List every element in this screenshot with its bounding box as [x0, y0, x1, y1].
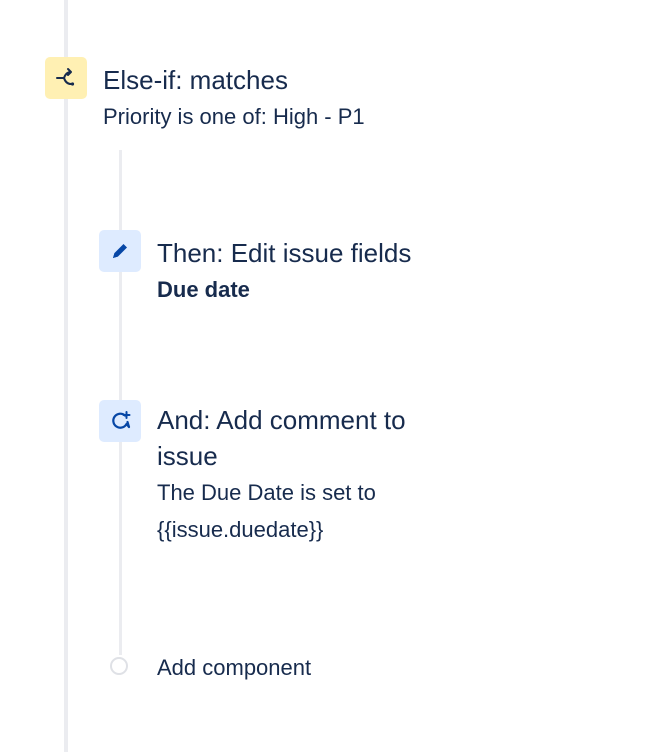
flow-rail-main — [64, 0, 68, 752]
action-comment-title-line1[interactable]: And: Add comment to — [157, 402, 406, 438]
action-edit-detail: Due date — [157, 277, 250, 302]
action-comment-detail-line1: The Due Date is set to — [157, 480, 376, 505]
condition-detail: Priority is one of: High - P1 — [103, 104, 365, 129]
pencil-icon — [113, 244, 127, 258]
action-edit-icon-box[interactable] — [99, 230, 141, 272]
add-component-button[interactable]: Add component — [157, 652, 311, 684]
condition-node-icon-box[interactable] — [45, 57, 87, 99]
action-comment-icon-box[interactable] — [99, 400, 141, 442]
action-comment-detail-line2: {{issue.duedate}} — [157, 517, 324, 542]
action-edit-title[interactable]: Then: Edit issue fields — [157, 235, 411, 271]
branch-icon — [56, 68, 75, 86]
condition-title[interactable]: Else-if: matches — [103, 62, 288, 98]
add-component-dot[interactable] — [110, 657, 128, 675]
comment-add-icon — [112, 411, 131, 429]
action-comment-title-line2[interactable]: issue — [157, 438, 218, 474]
